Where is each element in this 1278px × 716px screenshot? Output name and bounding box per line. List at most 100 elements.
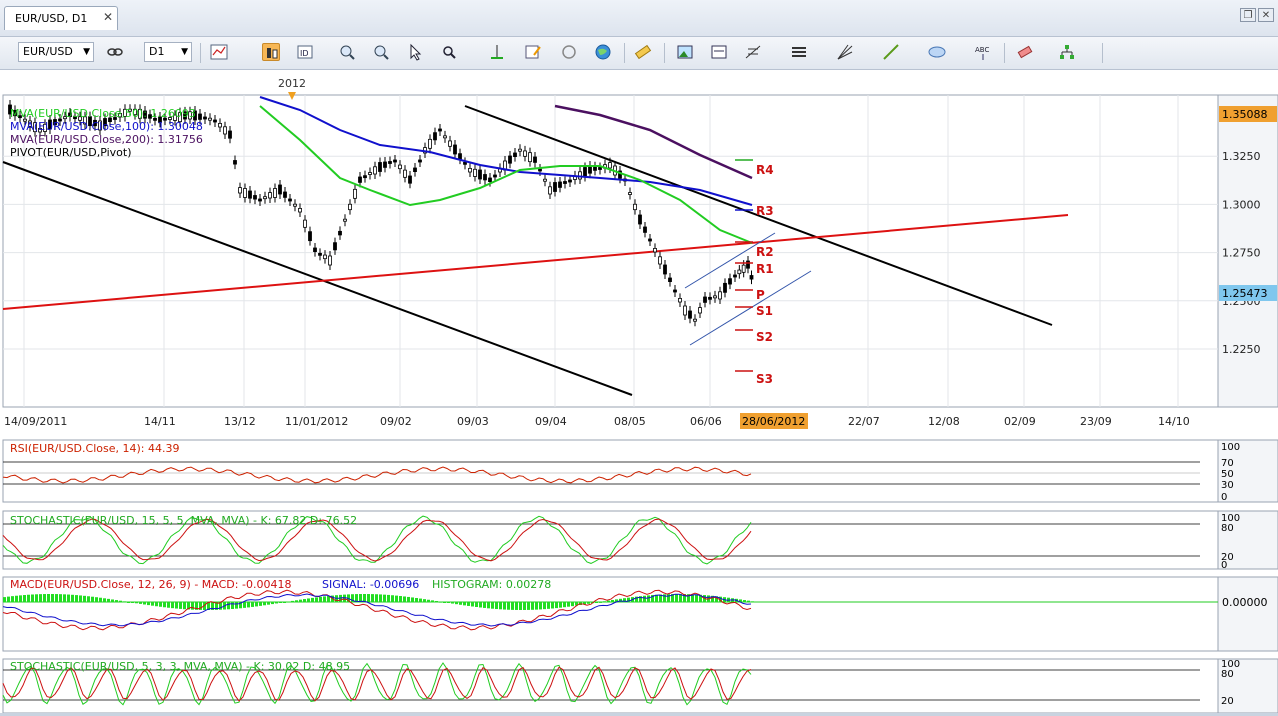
histogram-bar <box>67 594 70 602</box>
crosshair-icon[interactable] <box>488 43 506 61</box>
template-icon[interactable] <box>710 43 728 61</box>
histogram-bar <box>423 599 426 602</box>
date-tick: 09/03 <box>457 415 489 428</box>
candle-body <box>493 174 497 178</box>
candle-body <box>303 219 307 228</box>
candle-body <box>288 198 292 202</box>
ellipse-icon[interactable] <box>928 43 946 61</box>
fan-lines-icon[interactable] <box>836 43 854 61</box>
candle-body <box>741 264 746 273</box>
cursor-icon[interactable] <box>406 43 424 61</box>
histogram-bar <box>131 602 134 603</box>
macd-tick: 0.00000 <box>1222 596 1268 609</box>
refresh-icon[interactable] <box>560 43 578 61</box>
candle-body <box>488 177 492 182</box>
candle-body <box>363 175 367 179</box>
candle-body <box>338 230 342 236</box>
fibonacci-icon[interactable] <box>744 43 762 61</box>
candle-body <box>313 247 317 252</box>
histogram-bar <box>675 594 678 602</box>
candle-body <box>737 269 742 275</box>
histogram-bar <box>279 602 282 603</box>
ruler-icon[interactable] <box>634 43 652 61</box>
candle-body <box>473 168 477 177</box>
trend-line-icon[interactable] <box>882 43 900 61</box>
zoom-in-icon[interactable] <box>338 43 356 61</box>
histogram-bar <box>451 602 454 604</box>
candle-body <box>668 277 672 282</box>
restore-icon[interactable]: ❐ <box>1240 8 1256 22</box>
date-tick: 09/04 <box>535 415 567 428</box>
candle-body <box>638 214 642 225</box>
histogram-bar <box>567 602 570 607</box>
histogram-bar <box>319 596 322 602</box>
indicator-icon[interactable]: ID <box>296 43 314 61</box>
text-tool-icon[interactable]: ABC <box>974 43 992 61</box>
hierarchy-icon[interactable] <box>1058 43 1076 61</box>
rsiticks-tick: 30 <box>1221 480 1234 491</box>
date-tick: 23/09 <box>1080 415 1112 428</box>
chart-type-icon[interactable] <box>210 43 228 61</box>
candle-body <box>663 264 667 275</box>
candle-body <box>508 155 512 164</box>
candle-body <box>568 179 572 183</box>
candle-body <box>688 310 692 319</box>
magnifier-icon[interactable] <box>440 43 458 61</box>
chart-area[interactable]: 2012 R4 R3 R2 R1 P S1 S2 S3 MVA(EUR/USD.Close,5… <box>0 70 1278 714</box>
histogram-bar <box>307 598 310 602</box>
histogram-bar <box>491 602 494 609</box>
candle-body <box>278 184 282 195</box>
zoom-out-icon[interactable] <box>372 43 390 61</box>
candle-body <box>283 191 287 198</box>
candle-body <box>543 178 547 182</box>
histogram-bar <box>95 597 98 602</box>
candles-icon[interactable] <box>262 43 280 61</box>
histogram-bar <box>527 602 530 610</box>
histogram-bar <box>407 596 410 602</box>
histogram-bar <box>743 600 746 602</box>
date-tick: 06/06 <box>690 415 722 428</box>
histogram-bar <box>695 594 698 602</box>
histogram-bar <box>19 595 22 602</box>
symbol-select[interactable]: EUR/USD ▼ <box>18 42 94 62</box>
histogram-bar <box>255 602 258 607</box>
close-tab-icon[interactable]: ✕ <box>103 10 113 24</box>
st2ticks-tick: 80 <box>1221 669 1234 680</box>
candle-body <box>378 162 382 172</box>
histogram-bar <box>299 599 302 602</box>
candle-body <box>643 226 647 233</box>
globe-icon[interactable] <box>594 43 612 61</box>
histogram-bar <box>371 594 374 602</box>
histogram-bar <box>183 602 186 610</box>
histogram-bar <box>271 602 274 605</box>
pivot-label: R4 <box>756 163 774 177</box>
candle-body <box>243 188 247 198</box>
close-icon[interactable]: ✕ <box>1258 8 1274 22</box>
candle-body <box>233 160 237 165</box>
histogram-bar <box>51 594 54 602</box>
histogram-bar <box>247 602 250 608</box>
separator <box>664 43 665 63</box>
legend-pivot: PIVOT(EUR/USD,Pivot) <box>10 146 132 159</box>
candle-body <box>408 175 412 184</box>
properties-icon[interactable] <box>524 43 542 61</box>
histogram-bar <box>587 602 590 604</box>
chart-tab[interactable]: EUR/USD, D1 ✕ <box>4 6 118 30</box>
candle-body <box>708 296 712 300</box>
candle-body <box>583 167 587 177</box>
histogram-bar <box>35 594 38 602</box>
histogram-bar <box>147 602 150 606</box>
image-icon[interactable] <box>676 43 694 61</box>
date-ticks: 14/09/2011 14/11 13/12 11/01/2012 09/02 09/03… <box>4 415 1190 428</box>
candle-body <box>608 162 612 169</box>
eraser-icon[interactable] <box>1016 43 1034 61</box>
histogram-bar <box>747 600 750 602</box>
histogram-bar <box>599 601 602 603</box>
candle-body <box>548 186 552 195</box>
histogram-bar <box>39 594 42 602</box>
period-select[interactable]: D1 ▼ <box>144 42 192 62</box>
horizontal-lines-icon[interactable] <box>790 43 808 61</box>
link-icon[interactable] <box>106 43 124 61</box>
symbol-value: EUR/USD <box>23 45 73 58</box>
rsiticks-tick: 50 <box>1221 469 1234 480</box>
